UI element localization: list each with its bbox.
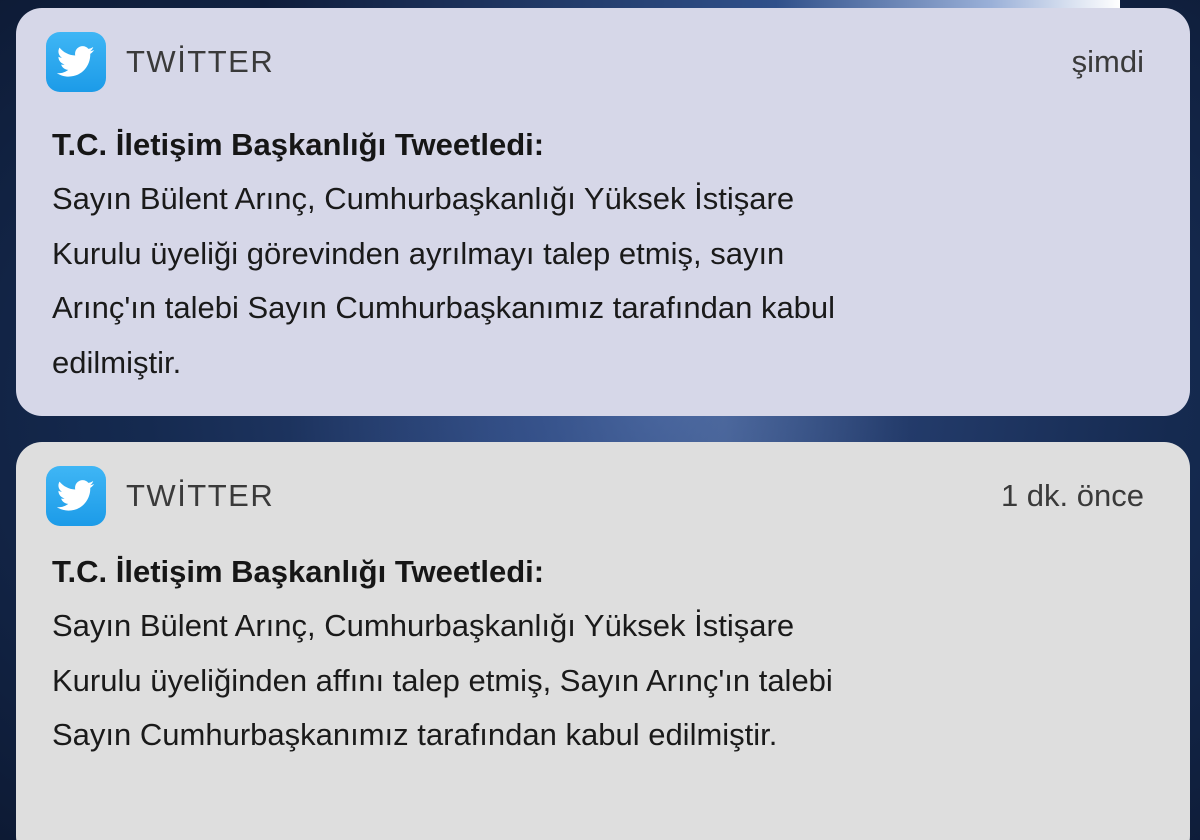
message-line: Sayın Cumhurbaşkanımız tarafından kabul … (52, 717, 778, 752)
notification-header: TWİTTER 1 dk. önce (46, 466, 1144, 526)
message-line: Kurulu üyeliğinden affını talep etmiş, S… (52, 662, 833, 698)
message-line: Sayın Bülent Arınç, Cumhurbaşkanlığı Yük… (52, 181, 795, 216)
notification-body: T.C. İletişim Başkanlığı Tweetledi: Sayı… (52, 118, 1150, 390)
twitter-bird-icon (46, 466, 106, 526)
notification-card-1[interactable]: TWİTTER şimdi T.C. İletişim Başkanlığı T… (16, 8, 1190, 416)
notification-message: Sayın Bülent Arınç, Cumhurbaşkanlığı Yük… (52, 172, 1150, 390)
notification-header: TWİTTER şimdi (46, 32, 1144, 92)
message-line: Sayın Bülent Arınç, Cumhurbaşkanlığı Yük… (52, 608, 795, 643)
notification-card-2[interactable]: TWİTTER 1 dk. önce T.C. İletişim Başkanl… (16, 442, 1190, 840)
timestamp: şimdi (1071, 44, 1144, 79)
twitter-bird-icon (46, 32, 106, 92)
app-name: TWİTTER (126, 478, 275, 513)
notification-body: T.C. İletişim Başkanlığı Tweetledi: Sayı… (52, 545, 1150, 763)
notification-title: T.C. İletişim Başkanlığı Tweetledi: (52, 554, 545, 589)
notification-title: T.C. İletişim Başkanlığı Tweetledi: (52, 127, 545, 162)
app-name: TWİTTER (126, 44, 275, 79)
message-line: Arınç'ın talebi Sayın Cumhurbaşkanımız t… (52, 290, 836, 325)
message-line: edilmiştir. (52, 344, 182, 380)
message-line: Kurulu üyeliği görevinden ayrılmayı tale… (52, 235, 785, 271)
timestamp: 1 dk. önce (1000, 478, 1144, 513)
notification-message: Sayın Bülent Arınç, Cumhurbaşkanlığı Yük… (52, 599, 1150, 763)
